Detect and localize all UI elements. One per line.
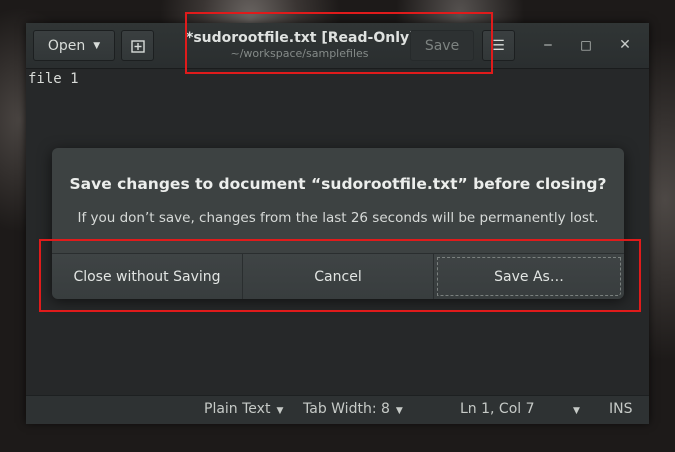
chevron-down-icon: ▼ — [395, 406, 403, 416]
minimize-icon: ‒ — [543, 37, 553, 53]
tab-width-label: Tab Width: 8 — [303, 401, 390, 417]
open-button[interactable]: Open ▼ — [33, 30, 115, 61]
maximize-icon: □ — [580, 38, 592, 52]
cursor-position-selector[interactable]: Ln 1, Col 7 — [460, 401, 535, 417]
chevron-down-icon: ▼ — [93, 40, 101, 51]
hamburger-menu-icon: ☰ — [492, 37, 505, 54]
insert-mode-indicator: INS — [609, 401, 633, 417]
chevron-down-icon: ▼ — [573, 406, 580, 416]
status-bar: Plain Text ▼ Tab Width: 8 ▼ Ln 1, Col 7 ▼ … — [26, 395, 649, 424]
dialog-title: Save changes to document “sudorootfile.t… — [69, 175, 607, 193]
dialog-message: If you don’t save, changes from the last… — [77, 210, 599, 226]
position-dropdown[interactable]: ▼ — [567, 401, 580, 417]
new-document-icon — [130, 39, 145, 53]
title-highlight-box — [185, 12, 493, 74]
new-tab-button[interactable] — [121, 30, 154, 61]
close-icon: ✕ — [619, 37, 631, 53]
close-window-button[interactable]: ✕ — [615, 35, 635, 55]
open-button-label: Open — [47, 37, 86, 54]
cursor-position-label: Ln 1, Col 7 — [460, 401, 535, 417]
tab-width-selector[interactable]: Tab Width: 8 ▼ — [303, 401, 403, 417]
chevron-down-icon: ▼ — [276, 406, 284, 416]
buttons-highlight-box — [39, 239, 641, 312]
language-selector[interactable]: Plain Text ▼ — [204, 401, 283, 417]
editor-content: file 1 — [28, 71, 79, 87]
maximize-button[interactable]: □ — [576, 35, 596, 55]
minimize-button[interactable]: ‒ — [538, 35, 558, 55]
language-label: Plain Text — [204, 401, 271, 417]
